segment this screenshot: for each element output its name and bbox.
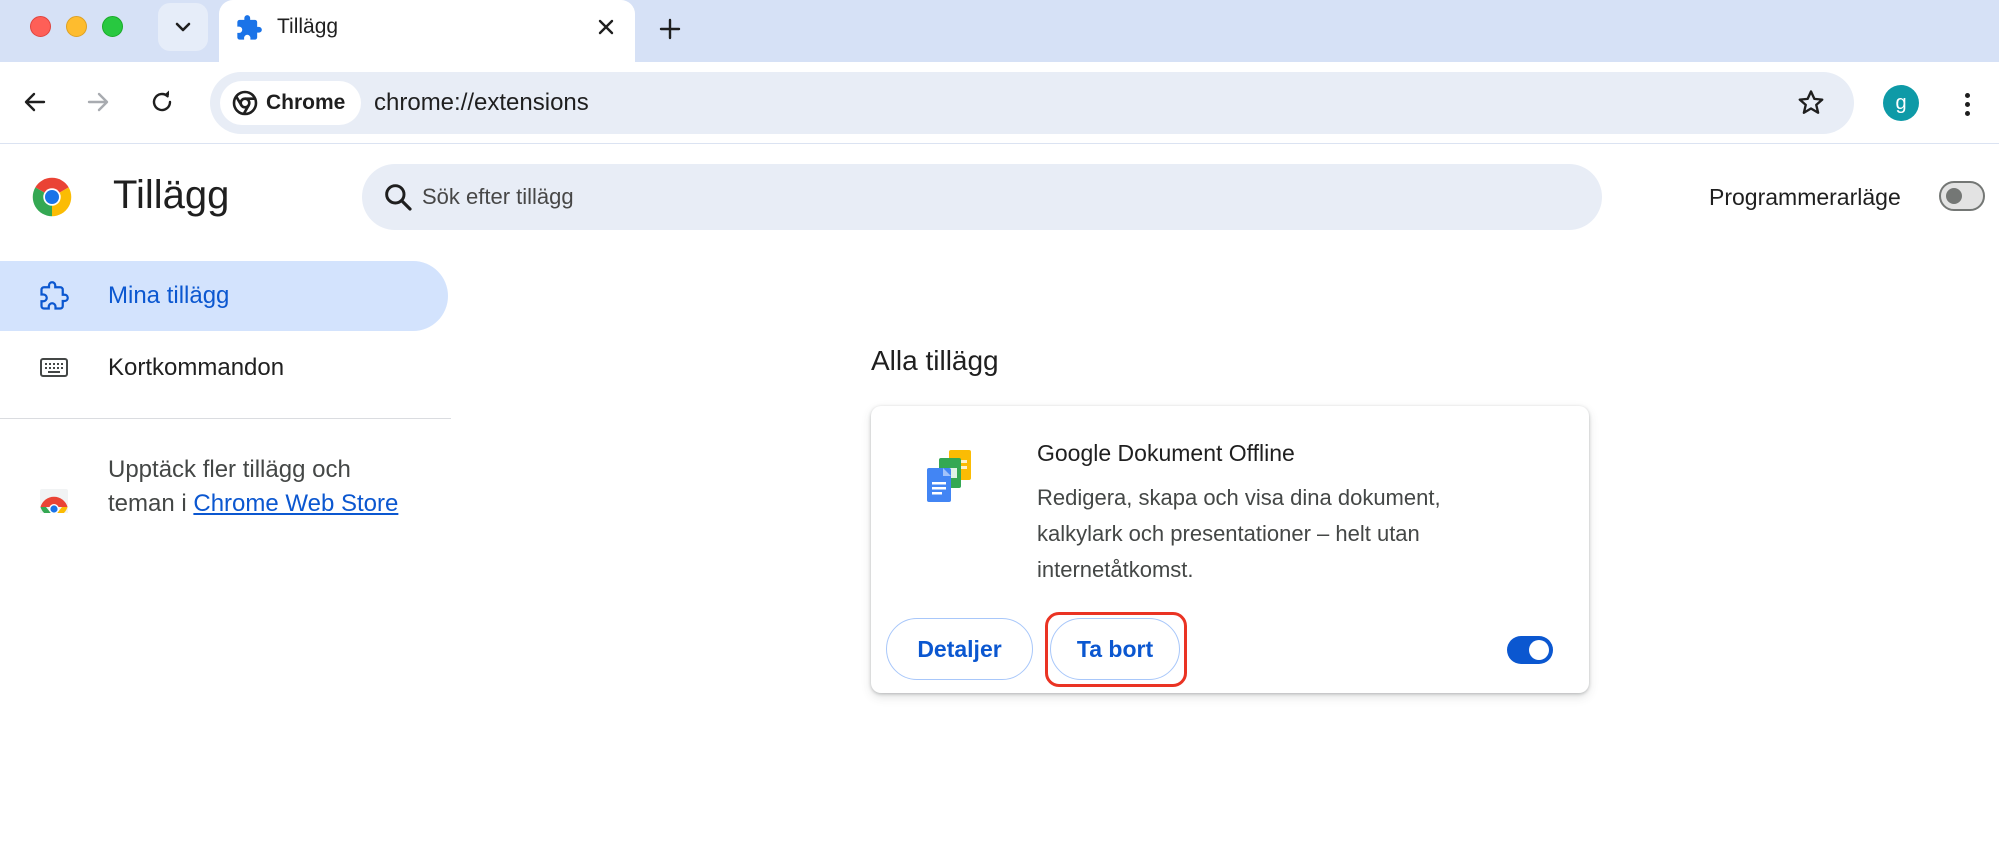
more-menu-button[interactable] <box>1952 85 1982 123</box>
url-text[interactable]: chrome://extensions <box>374 89 589 117</box>
developer-mode-label: Programmerarläge <box>1709 184 1901 210</box>
reload-icon <box>152 90 172 112</box>
reload-button[interactable] <box>142 82 182 122</box>
search-icon <box>385 184 412 211</box>
extension-puzzle-icon <box>237 15 262 40</box>
extension-card: Google Dokument Offline Redigera, skapa … <box>871 406 1589 693</box>
extension-outline-icon <box>38 280 70 312</box>
sidebar-divider <box>0 418 451 419</box>
chevron-down-icon <box>175 22 191 32</box>
tab-close-button[interactable] <box>591 12 621 42</box>
arrow-left-icon <box>24 92 46 112</box>
chrome-web-store-link[interactable]: Chrome Web Store <box>193 490 398 517</box>
kebab-dot-icon <box>1964 101 1970 107</box>
webstore-promo-text: Upptäck fler tillägg och teman i Chrome … <box>108 456 399 517</box>
plus-icon <box>659 18 681 40</box>
window-close-button[interactable] <box>30 16 51 37</box>
google-docs-offline-icon <box>927 450 971 502</box>
tab-title: Tillägg <box>277 15 339 38</box>
chrome-logo-icon <box>32 177 72 217</box>
kebab-dot-icon <box>1964 92 1970 98</box>
chrome-logo-icon <box>232 90 258 116</box>
extension-name: Google Dokument Offline <box>1037 440 1295 466</box>
site-info-chip[interactable]: Chrome <box>220 81 362 125</box>
sidebar-item-my-extensions[interactable]: Mina tillägg <box>0 261 448 331</box>
close-icon <box>598 19 614 35</box>
window-zoom-button[interactable] <box>102 16 123 37</box>
extension-search-bar[interactable] <box>362 164 1602 230</box>
search-input[interactable] <box>422 164 1582 230</box>
forward-button[interactable] <box>78 82 118 122</box>
new-tab-button[interactable] <box>652 11 688 47</box>
sidebar-item-label: Mina tillägg <box>108 282 230 309</box>
kebab-dot-icon <box>1964 110 1970 116</box>
profile-avatar[interactable]: g <box>1883 85 1919 121</box>
tab-strip: Tillägg <box>0 0 1999 62</box>
developer-mode-toggle[interactable] <box>1939 181 1985 211</box>
back-button[interactable] <box>15 82 55 122</box>
star-icon <box>1798 90 1824 114</box>
page-title: Tillägg <box>113 173 230 217</box>
tab-search-button[interactable] <box>158 3 208 51</box>
active-tab[interactable]: Tillägg <box>219 0 635 62</box>
site-chip-label: Chrome <box>266 91 346 114</box>
details-button[interactable]: Detaljer <box>886 618 1033 680</box>
address-bar[interactable]: Chrome chrome://extensions <box>210 72 1854 134</box>
extension-enable-toggle[interactable] <box>1507 636 1553 664</box>
arrow-right-icon <box>87 92 109 112</box>
remove-button[interactable]: Ta bort <box>1050 618 1180 680</box>
section-title: Alla tillägg <box>871 345 999 376</box>
sidebar-item-label: Kortkommandon <box>108 354 285 381</box>
sidebar-item-shortcuts[interactable]: Kortkommandon <box>0 333 448 403</box>
window-minimize-button[interactable] <box>66 16 87 37</box>
browser-toolbar: Chrome chrome://extensions <box>0 62 1999 144</box>
keyboard-icon <box>38 352 70 384</box>
bookmark-button[interactable] <box>1794 86 1828 120</box>
extension-description: Redigera, skapa och visa dina dokument, … <box>1037 485 1441 582</box>
chrome-web-store-icon <box>38 489 70 519</box>
